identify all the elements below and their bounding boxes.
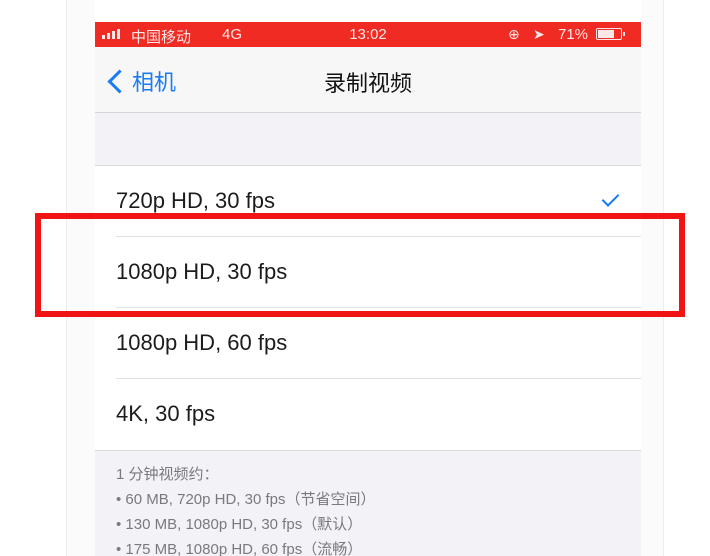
- page-title: 录制视频: [323, 71, 412, 96]
- navigation-bar: 相机 录制视频: [95, 47, 641, 113]
- option-label: 1080p HD, 60 fps: [116, 330, 288, 355]
- highlight-box: [35, 213, 685, 317]
- checkmark-icon: [601, 189, 620, 207]
- top-strip: [95, 0, 641, 22]
- option-label: 4K, 30 fps: [116, 401, 216, 426]
- footnote-line: • 60 MB, 720p HD, 30 fps（节省空间）: [116, 491, 376, 508]
- location-arrow-icon: ➤: [533, 26, 545, 42]
- option-4k-30fps[interactable]: 4K, 30 fps: [95, 379, 641, 450]
- storage-footnote: 1 分钟视频约： • 60 MB, 720p HD, 30 fps（节省空间） …: [116, 462, 626, 556]
- battery-fill: [598, 30, 614, 38]
- footnote-heading: 1 分钟视频约：: [116, 466, 219, 483]
- option-1080p-60fps[interactable]: 1080p HD, 60 fps: [95, 308, 641, 379]
- section-spacer: [95, 113, 641, 166]
- battery-icon: [596, 28, 625, 40]
- footnote-line: • 175 MB, 1080p HD, 60 fps（流畅）: [116, 541, 363, 556]
- footnote-line: • 130 MB, 1080p HD, 30 fps（默认）: [116, 516, 363, 533]
- battery-percent: 71%: [558, 26, 589, 43]
- status-bar: 中国移动 4G 13:02 ⊕ ➤ 71%: [95, 22, 641, 47]
- orientation-lock-icon: ⊕: [508, 26, 520, 42]
- option-label: 720p HD, 30 fps: [116, 188, 275, 213]
